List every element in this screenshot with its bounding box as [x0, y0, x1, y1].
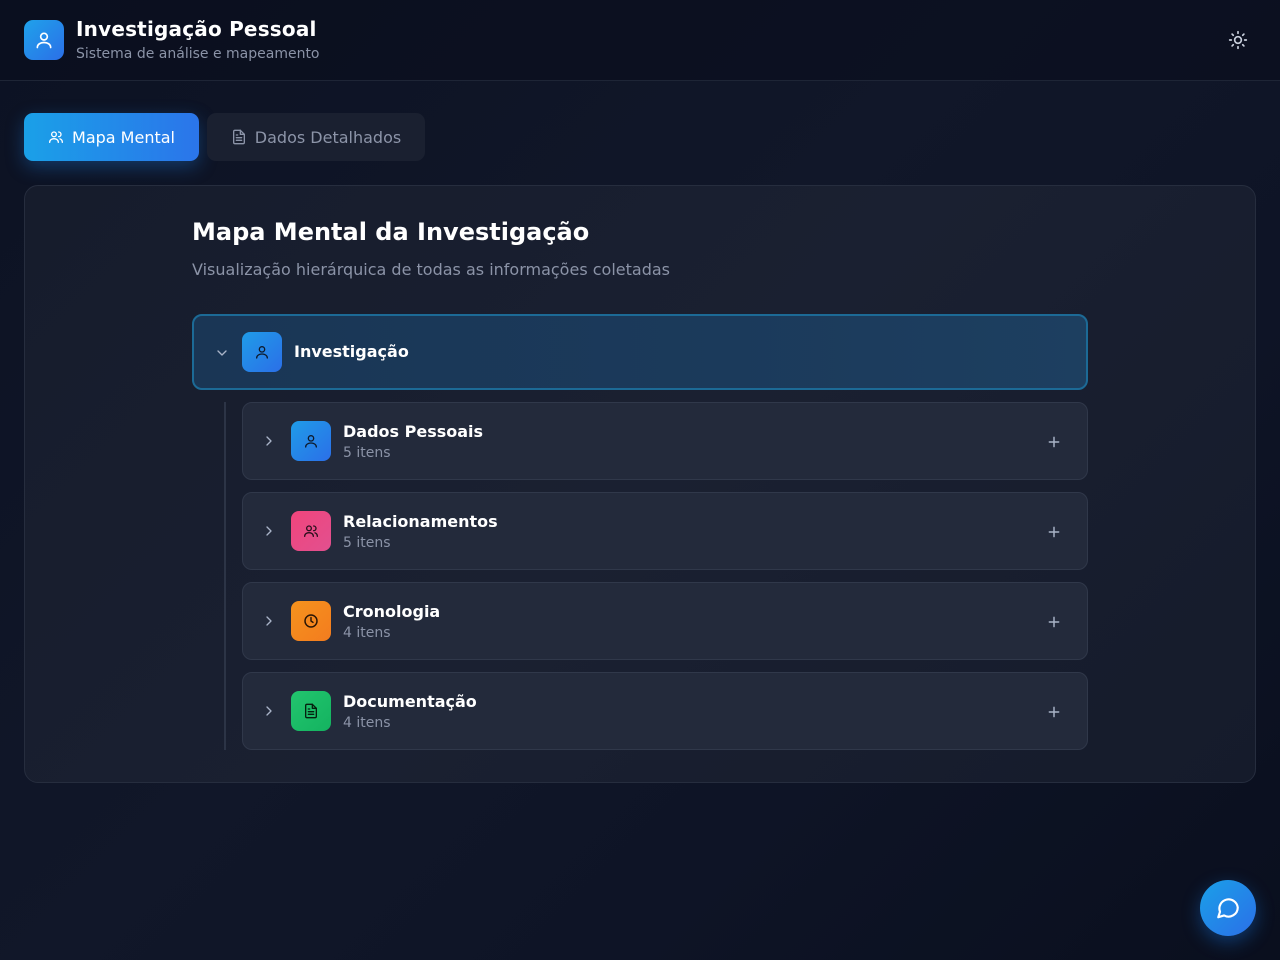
node-item-count: 4 itens [343, 625, 391, 641]
root-node-investigacao[interactable]: Investigação [192, 314, 1088, 390]
plus-icon [1048, 706, 1060, 718]
plus-icon [1048, 436, 1060, 448]
node-icon [291, 511, 331, 551]
tree-connector-line [224, 402, 226, 750]
tab-mapa-mental[interactable]: Mapa Mental [24, 113, 199, 161]
root-node-icon [242, 332, 282, 372]
file-text-icon [232, 129, 245, 145]
plus-icon [1048, 616, 1060, 628]
add-item-button[interactable] [1043, 611, 1065, 633]
node-relacionamentos[interactable]: Relacionamentos 5 itens [242, 492, 1088, 570]
node-label: Documentação [343, 692, 477, 711]
node-item-count: 5 itens [343, 535, 391, 551]
add-item-button[interactable] [1043, 431, 1065, 453]
user-icon [256, 346, 268, 359]
node-item-count: 4 itens [343, 715, 391, 731]
node-label: Relacionamentos [343, 512, 498, 531]
users-icon [49, 131, 64, 143]
node-label: Cronologia [343, 602, 441, 621]
file-text-icon [305, 703, 317, 719]
users-icon [304, 525, 318, 537]
tab-label: Dados Detalhados [254, 127, 402, 147]
node-dados-pessoais[interactable]: Dados Pessoais 5 itens [242, 402, 1088, 480]
chat-button[interactable] [1200, 880, 1256, 936]
node-label: Dados Pessoais [343, 422, 484, 441]
chevron-right-icon[interactable] [259, 701, 279, 721]
logo [24, 20, 64, 60]
node-icon [291, 691, 331, 731]
tab-dados-detalhados[interactable]: Dados Detalhados [207, 113, 425, 161]
user-icon [36, 32, 52, 49]
user-icon [305, 435, 317, 448]
theme-toggle-button[interactable] [1222, 24, 1254, 56]
chat-bubble-icon [1217, 898, 1239, 919]
sun-icon [1228, 30, 1248, 50]
add-item-button[interactable] [1043, 701, 1065, 723]
node-icon [291, 601, 331, 641]
app-subtitle: Sistema de análise e mapeamento [76, 46, 320, 62]
page-subtitle: Visualização hierárquica de todas as inf… [192, 260, 670, 279]
add-item-button[interactable] [1043, 521, 1065, 543]
app-title: Investigação Pessoal [76, 17, 317, 41]
page-title: Mapa Mental da Investigação [192, 218, 590, 246]
node-documentacao[interactable]: Documentação 4 itens [242, 672, 1088, 750]
chevron-down-icon[interactable] [212, 343, 232, 363]
chevron-right-icon[interactable] [259, 431, 279, 451]
tab-label: Mapa Mental [72, 127, 175, 147]
root-node-label: Investigação [294, 342, 409, 361]
app-header: Investigação Pessoal Sistema de análise … [0, 0, 1280, 81]
node-icon [291, 421, 331, 461]
node-cronologia[interactable]: Cronologia 4 itens [242, 582, 1088, 660]
clock-icon [304, 614, 318, 628]
plus-icon [1048, 526, 1060, 538]
chevron-right-icon[interactable] [259, 521, 279, 541]
chevron-right-icon[interactable] [259, 611, 279, 631]
node-item-count: 5 itens [343, 445, 391, 461]
